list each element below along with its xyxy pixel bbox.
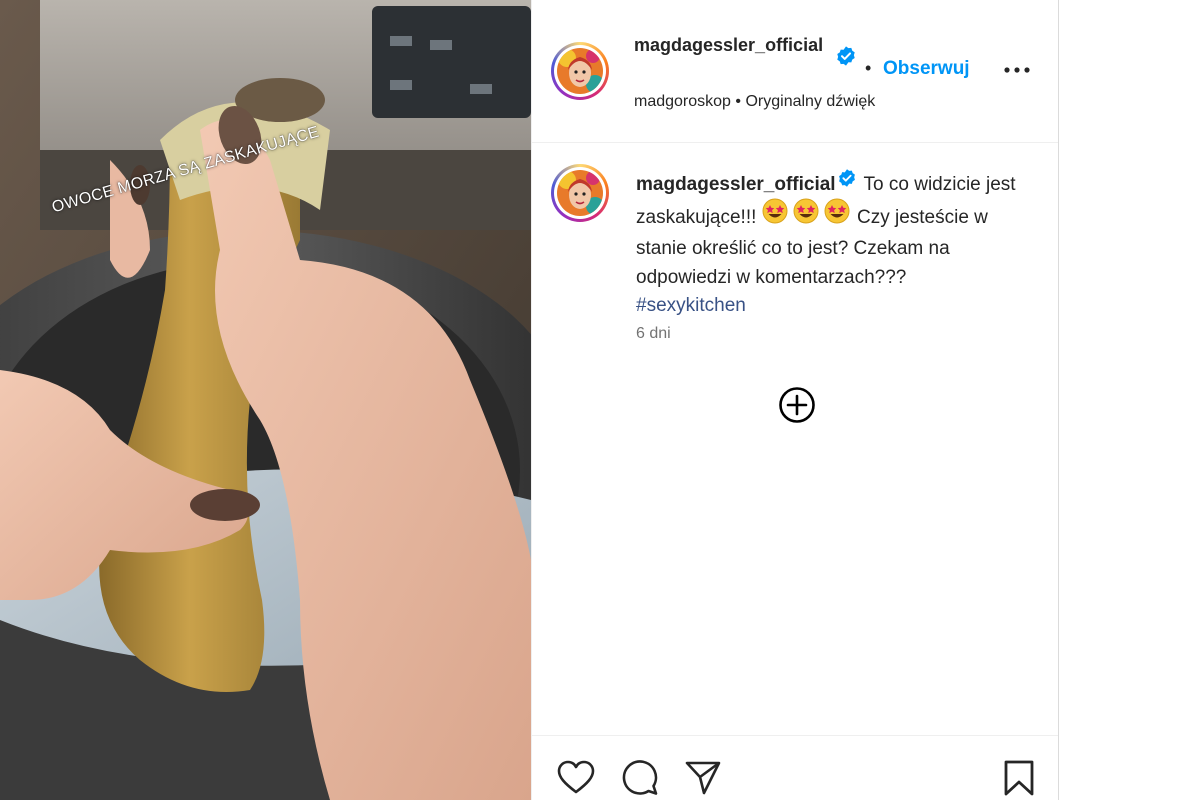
- verified-badge-icon: [837, 168, 857, 198]
- avatar-image: [557, 170, 603, 216]
- post-timestamp[interactable]: 6 dni: [636, 325, 671, 343]
- header-separator: •: [865, 58, 872, 78]
- author-username[interactable]: magdagessler_official: [634, 32, 832, 59]
- hashtag-link[interactable]: #sexykitchen: [636, 295, 746, 316]
- audio-attribution: madgoroskop • Oryginalny dźwięk: [634, 93, 875, 111]
- comment-icon[interactable]: [620, 758, 660, 798]
- post-caption: magdagessler_official To co widzicie jes…: [636, 168, 1016, 321]
- audio-separator: •: [735, 93, 742, 110]
- post-side-panel: magdagessler_official • Obserwuj madgoro…: [531, 0, 1059, 800]
- heart-icon[interactable]: [556, 758, 596, 798]
- post-header: magdagessler_official • Obserwuj madgoro…: [532, 0, 1058, 143]
- verified-badge-icon: [835, 45, 857, 72]
- post-video[interactable]: OWOCE MORZA SĄ ZASKAKUJĄCE: [0, 0, 531, 800]
- original-audio-link[interactable]: Oryginalny dźwięk: [745, 93, 875, 110]
- more-options-icon[interactable]: [1000, 56, 1034, 84]
- author-avatar[interactable]: [551, 42, 609, 100]
- caption-author-avatar[interactable]: [551, 164, 609, 222]
- follow-button[interactable]: Obserwuj: [883, 58, 970, 80]
- caption-username[interactable]: magdagessler_official: [636, 174, 836, 195]
- send-icon[interactable]: [683, 758, 723, 798]
- avatar-image: [557, 48, 603, 94]
- add-circle-icon[interactable]: [777, 385, 817, 425]
- post-action-bar: [532, 735, 1058, 800]
- star-struck-emoji-icon: 🤩🤩🤩: [762, 198, 852, 234]
- video-frame-illustration: [0, 0, 531, 800]
- bookmark-icon[interactable]: [999, 758, 1039, 798]
- instagram-post-view: OWOCE MORZA SĄ ZASKAKUJĄCE magdagessler_…: [0, 0, 1200, 800]
- audio-author-link[interactable]: madgoroskop: [634, 93, 731, 110]
